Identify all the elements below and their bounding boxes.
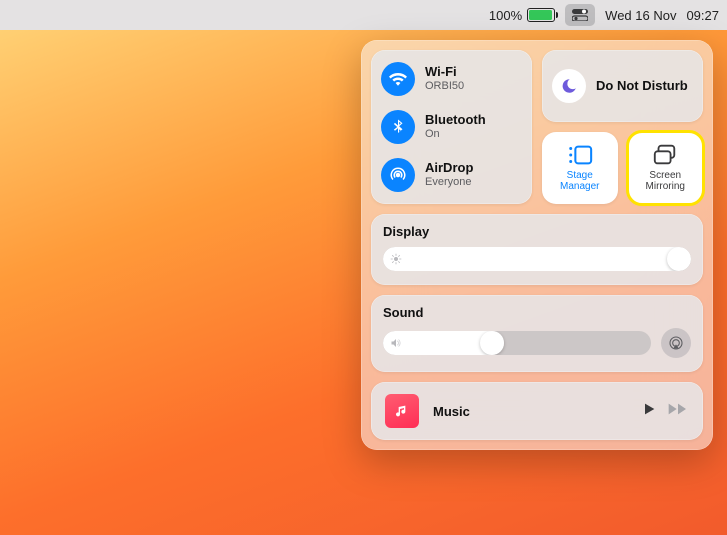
display-tile: Display — [371, 214, 703, 285]
music-app-icon — [385, 394, 419, 428]
airdrop-title: AirDrop — [425, 161, 473, 175]
display-slider[interactable] — [383, 247, 691, 271]
playback-controls — [641, 401, 689, 422]
airdrop-subtitle: Everyone — [425, 176, 473, 189]
bluetooth-icon — [381, 110, 415, 144]
menubar: 100% Wed 16 Nov 09:27 — [0, 0, 727, 30]
screen-mirroring-label: Screen Mirroring — [632, 170, 700, 192]
airplay-icon — [668, 335, 684, 351]
control-center-toggle[interactable] — [565, 4, 595, 26]
menubar-time[interactable]: 09:27 — [686, 8, 719, 23]
bluetooth-title: Bluetooth — [425, 113, 486, 127]
bluetooth-subtitle: On — [425, 128, 486, 141]
dnd-label: Do Not Disturb — [596, 79, 688, 94]
wifi-icon — [381, 62, 415, 96]
wifi-title: Wi-Fi — [425, 65, 464, 79]
display-label: Display — [383, 224, 691, 239]
next-track-button[interactable] — [667, 401, 689, 422]
airdrop-row[interactable]: AirDrop Everyone — [381, 158, 522, 192]
sound-label: Sound — [383, 305, 691, 320]
do-not-disturb-tile[interactable]: Do Not Disturb — [542, 50, 703, 122]
control-center-panel: Wi-Fi ORBI50 Bluetooth On AirDrop Everyo… — [361, 40, 713, 450]
brightness-icon — [390, 253, 402, 265]
sound-tile: Sound — [371, 295, 703, 372]
battery-icon — [527, 8, 555, 22]
airplay-audio-button[interactable] — [661, 328, 691, 358]
stage-manager-icon — [567, 144, 593, 166]
screen-mirroring-tile[interactable]: Screen Mirroring — [628, 132, 704, 204]
screen-mirroring-icon — [652, 144, 678, 166]
bluetooth-row[interactable]: Bluetooth On — [381, 110, 522, 144]
moon-icon — [552, 69, 586, 103]
network-tile: Wi-Fi ORBI50 Bluetooth On AirDrop Everyo… — [371, 50, 532, 204]
volume-icon — [390, 337, 402, 349]
battery-percent: 100% — [489, 8, 522, 23]
wifi-subtitle: ORBI50 — [425, 80, 464, 93]
sound-slider[interactable] — [383, 331, 651, 355]
now-playing-tile[interactable]: Music — [371, 382, 703, 440]
music-track-title: Music — [433, 404, 627, 419]
play-button[interactable] — [641, 401, 657, 422]
right-column: Do Not Disturb Stage Manager Screen Mirr… — [542, 50, 703, 204]
airdrop-icon — [381, 158, 415, 192]
battery-status[interactable]: 100% — [489, 8, 555, 23]
stage-manager-label: Stage Manager — [546, 170, 614, 192]
wifi-row[interactable]: Wi-Fi ORBI50 — [381, 62, 522, 96]
menubar-date[interactable]: Wed 16 Nov — [605, 8, 676, 23]
stage-manager-tile[interactable]: Stage Manager — [542, 132, 618, 204]
